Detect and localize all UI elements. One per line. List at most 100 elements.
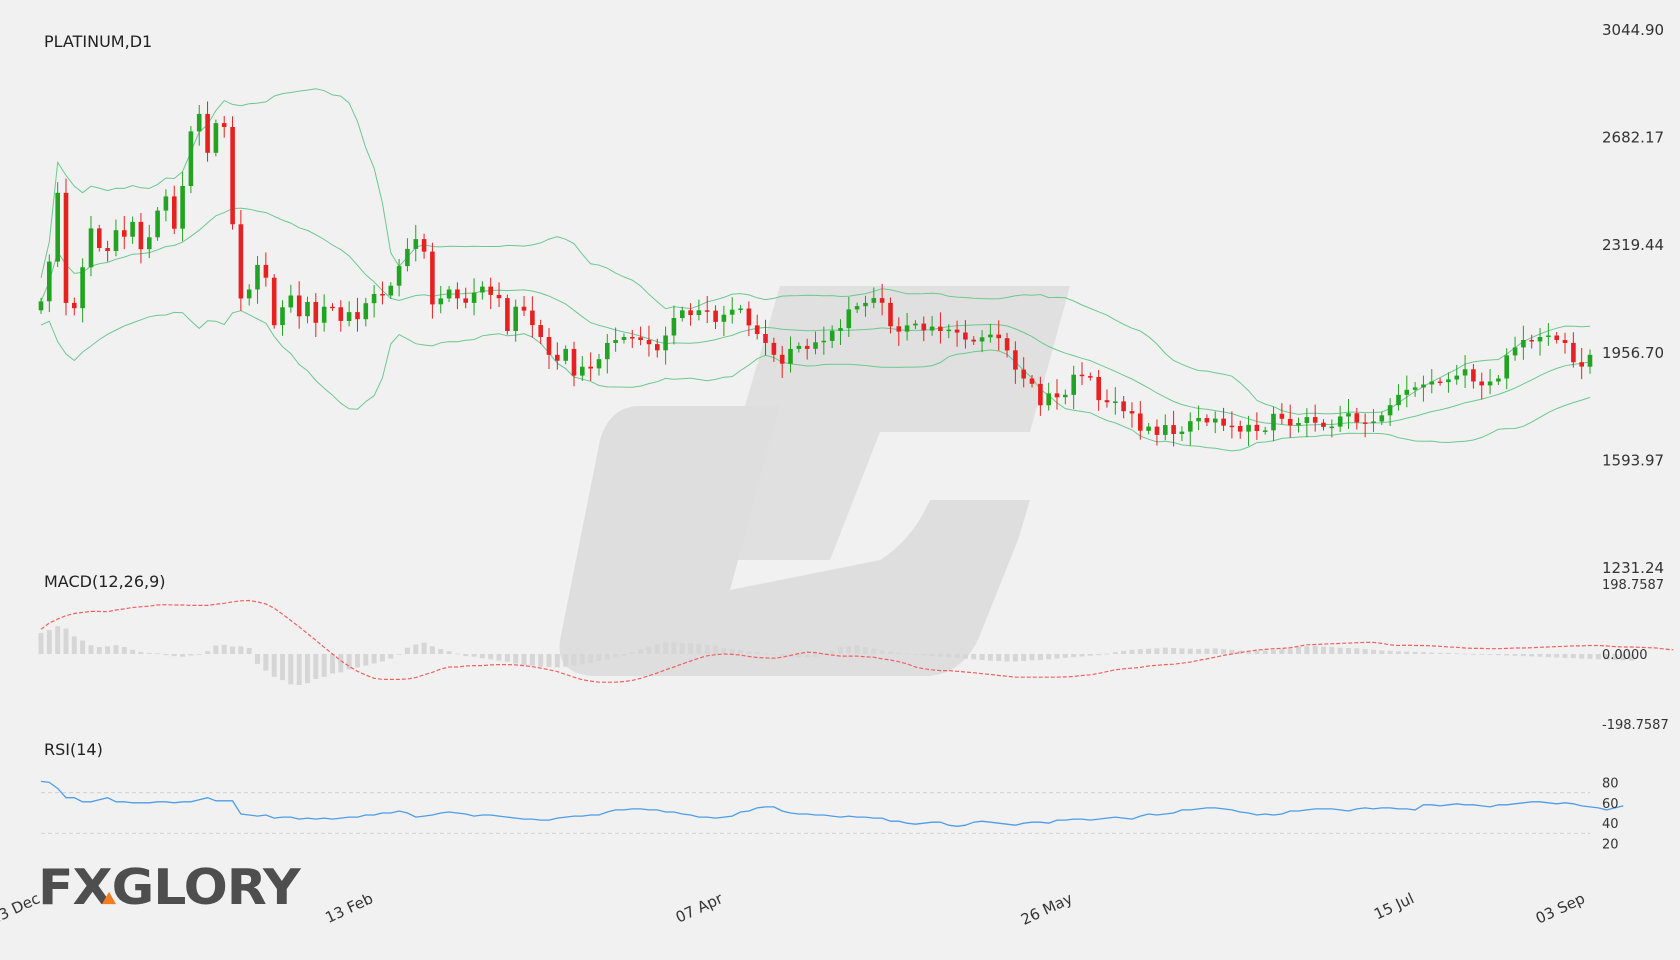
candle xyxy=(80,258,85,323)
macd-histogram-bar xyxy=(429,646,435,654)
candle xyxy=(122,215,127,250)
macd-histogram-bar xyxy=(588,654,594,664)
candle-body xyxy=(904,325,910,332)
candle-body xyxy=(130,221,135,237)
candle-body xyxy=(480,286,485,293)
candle-body xyxy=(230,127,235,225)
rsi-tick-label: 80 xyxy=(1602,776,1619,791)
date-tick-label: 23 Dec xyxy=(0,889,43,928)
candle-body xyxy=(1287,418,1293,426)
macd-histogram-bar xyxy=(1487,654,1493,655)
candle xyxy=(238,210,244,311)
macd-histogram-bar xyxy=(538,654,544,667)
candle xyxy=(221,115,227,138)
macd-histogram-bar xyxy=(571,654,577,666)
macd-histogram-bar xyxy=(1087,654,1093,656)
macd-histogram-bar xyxy=(1362,649,1368,654)
macd-histogram-bar xyxy=(238,646,244,654)
candle-body xyxy=(1179,431,1185,434)
candle xyxy=(1554,331,1559,344)
candle-body xyxy=(1446,379,1451,383)
macd-histogram-bar xyxy=(1587,654,1593,659)
candle xyxy=(546,328,552,370)
candle xyxy=(538,319,543,345)
candle-body xyxy=(188,131,194,186)
candle xyxy=(455,282,460,310)
candle xyxy=(729,297,735,324)
candle xyxy=(1246,415,1251,446)
candle-body xyxy=(1421,384,1426,388)
candle xyxy=(713,305,718,329)
candle xyxy=(671,305,677,345)
candle-body xyxy=(1154,426,1160,435)
candle-body xyxy=(138,221,144,250)
candle-body xyxy=(663,335,668,351)
candle-body xyxy=(1079,374,1085,377)
candle-body xyxy=(1521,340,1526,348)
candle-body xyxy=(563,348,568,361)
candle-body xyxy=(680,310,685,318)
candle-body xyxy=(1429,381,1435,385)
candle xyxy=(113,219,119,257)
candle xyxy=(621,333,627,344)
macd-histogram-bar xyxy=(479,654,485,659)
candle xyxy=(588,352,593,381)
macd-histogram-bar xyxy=(105,646,111,654)
macd-histogram-bar xyxy=(130,649,136,654)
macd-histogram-bar xyxy=(1054,654,1060,659)
candle xyxy=(163,189,169,222)
candle xyxy=(255,256,260,304)
macd-histogram-bar xyxy=(604,654,610,660)
candle xyxy=(1579,347,1584,380)
candle-body xyxy=(1262,430,1268,432)
macd-histogram-bar xyxy=(688,643,694,654)
candle-body xyxy=(1504,355,1509,379)
candle xyxy=(680,306,685,322)
candle-body xyxy=(1354,413,1360,423)
macd-histogram-bar xyxy=(1037,654,1043,660)
macd-histogram-bar xyxy=(529,654,535,666)
candle-body xyxy=(704,310,710,312)
macd-histogram-bar xyxy=(513,654,519,664)
macd-histogram-bar xyxy=(1396,651,1401,654)
candle-body xyxy=(355,312,360,320)
macd-histogram-bar xyxy=(987,654,993,661)
candle-body xyxy=(1304,417,1310,423)
macd-histogram-bar xyxy=(996,654,1002,661)
fxglory-logo: FXGLORY xyxy=(38,863,301,912)
candle-body xyxy=(1013,350,1018,370)
candle-body xyxy=(1029,378,1035,384)
candle xyxy=(1287,404,1293,438)
candle xyxy=(1146,423,1151,435)
macd-histogram-bar xyxy=(912,654,918,655)
macd-histogram-bar xyxy=(1221,649,1227,654)
macd-histogram-bar xyxy=(246,648,252,654)
candle-body xyxy=(804,345,810,349)
candle-body xyxy=(1462,369,1468,376)
candle-body xyxy=(363,303,369,320)
candle-body xyxy=(1138,413,1143,431)
candle xyxy=(1071,365,1076,410)
macd-histogram-bar xyxy=(305,654,310,684)
candle-body xyxy=(72,302,77,309)
macd-histogram-bar xyxy=(1595,654,1601,660)
candle xyxy=(471,278,477,316)
candle xyxy=(754,314,760,340)
candle xyxy=(1587,349,1593,374)
candle xyxy=(521,296,527,316)
macd-histogram-bar xyxy=(729,649,735,654)
candle xyxy=(1054,379,1060,410)
macd-histogram-bar xyxy=(1379,650,1385,654)
candle xyxy=(1337,405,1343,432)
candle-body xyxy=(796,345,802,349)
y-axis-labels: 3044.90 2682.17 2319.44 1956.70 1593.97 1231.… xyxy=(1602,21,1669,853)
macd-histogram-bar xyxy=(1004,654,1010,662)
candle xyxy=(246,284,252,306)
candle xyxy=(1304,408,1310,438)
candle-body xyxy=(913,323,918,326)
macd-histogram-bar xyxy=(621,654,627,656)
candle-body xyxy=(879,298,885,303)
macd-histogram-bar xyxy=(71,636,77,654)
candle xyxy=(421,233,427,259)
macd-histogram-bar xyxy=(1312,645,1318,654)
